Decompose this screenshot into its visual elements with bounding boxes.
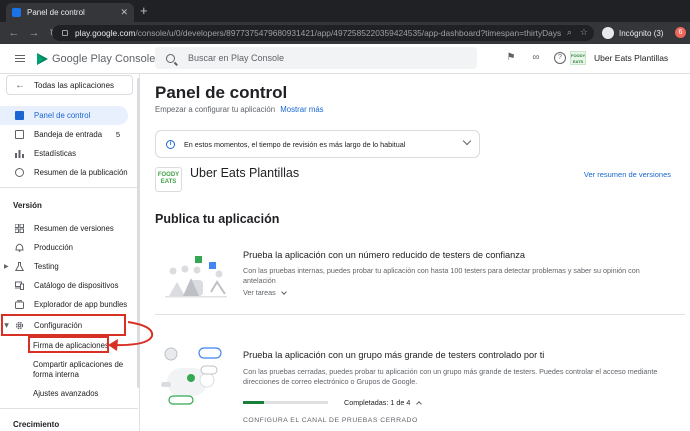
clock-icon bbox=[15, 168, 24, 177]
browser-tab[interactable]: Panel de control ✕ bbox=[6, 3, 134, 22]
app-name: Uber Eats Plantillas bbox=[190, 166, 300, 180]
browser-address-bar: ← → ↻ play.google.com/console/u/0/develo… bbox=[0, 22, 690, 44]
back-arrow-icon: ← bbox=[15, 79, 25, 91]
sidebar-divider bbox=[0, 408, 138, 409]
sidebar: ← Todas las aplicaciones Panel de contro… bbox=[0, 74, 140, 431]
page-title: Panel de control bbox=[155, 83, 288, 102]
forward-arrow-icon[interactable]: → bbox=[28, 27, 40, 39]
grid-icon bbox=[14, 223, 24, 233]
incognito-icon bbox=[602, 27, 614, 39]
play-console-favicon-icon bbox=[12, 8, 21, 17]
bell-icon bbox=[15, 243, 24, 252]
devices-icon bbox=[15, 281, 24, 290]
back-arrow-icon[interactable]: ← bbox=[8, 27, 20, 39]
link-icon[interactable]: ∞ bbox=[530, 52, 542, 64]
play-console-logo-icon bbox=[37, 53, 48, 65]
browser-profile-avatar[interactable]: 6 bbox=[675, 27, 686, 38]
search-bar[interactable] bbox=[155, 47, 477, 69]
sidebar-item-dashboard[interactable]: Panel de control bbox=[0, 106, 128, 125]
feedback-icon[interactable]: ⚑ bbox=[505, 52, 517, 64]
page-subtitle: Empezar a configurar tu aplicación Mostr… bbox=[155, 105, 324, 114]
info-icon: i bbox=[166, 139, 175, 149]
sidebar-item-testing[interactable]: ▶ Testing bbox=[0, 257, 128, 276]
bar-chart-icon bbox=[15, 149, 24, 158]
sidebar-item-publishing-overview[interactable]: Resumen de la publicación bbox=[0, 163, 128, 182]
app-selector[interactable]: FOODY EATS Uber Eats Plantillas bbox=[570, 49, 687, 67]
publish-section-title: Publica tu aplicación bbox=[155, 212, 280, 226]
flask-icon bbox=[14, 262, 25, 271]
lock-icon bbox=[62, 30, 68, 36]
section-growth: Crecimiento bbox=[13, 420, 60, 429]
card-internal-testing-desc: Con las pruebas internas, puedes probar … bbox=[243, 266, 640, 285]
app-selector-name: Uber Eats Plantillas bbox=[594, 53, 669, 63]
review-time-banner[interactable]: i En estos momentos, el tiempo de revisi… bbox=[155, 130, 480, 158]
chevron-down-icon bbox=[280, 288, 287, 295]
card-divider bbox=[155, 314, 685, 315]
card-closed-testing-desc: Con las pruebas cerradas, puedes probar … bbox=[243, 367, 658, 386]
bundle-icon bbox=[15, 300, 24, 309]
new-tab-button[interactable]: + bbox=[140, 3, 148, 19]
sidebar-divider bbox=[0, 187, 138, 188]
menu-icon[interactable] bbox=[15, 55, 25, 62]
sidebar-item-production[interactable]: Producción bbox=[0, 238, 128, 257]
help-icon[interactable]: ? bbox=[554, 52, 566, 64]
sidebar-item-advanced-settings[interactable]: Ajustes avanzados bbox=[0, 384, 128, 403]
browser-tab-bar: Panel de control ✕ + bbox=[0, 0, 690, 22]
search-input[interactable] bbox=[188, 53, 448, 63]
main-content: Panel de control Empezar a configurar tu… bbox=[141, 74, 690, 431]
view-release-overview-link[interactable]: Ver resumen de versiones bbox=[584, 170, 671, 179]
sidebar-item-app-bundle-explorer[interactable]: Explorador de app bundles bbox=[0, 295, 128, 314]
show-more-link[interactable]: Mostrar más bbox=[280, 105, 323, 114]
url-text[interactable]: play.google.com/console/u/0/developers/8… bbox=[75, 28, 561, 38]
brand-name[interactable]: Google Play Console bbox=[52, 53, 155, 65]
closed-testing-step-title[interactable]: CONFIGURA EL CANAL DE PRUEBAS CERRADO bbox=[243, 417, 418, 424]
internal-testing-illustration bbox=[165, 256, 227, 298]
closed-testing-progress-toggle[interactable]: Completadas: 1 de 4 bbox=[344, 398, 423, 407]
sidebar-item-statistics[interactable]: Estadísticas bbox=[0, 144, 128, 163]
section-version: Versión bbox=[13, 201, 42, 210]
all-apps-button[interactable]: ← Todas las aplicaciones bbox=[6, 75, 133, 95]
bookmark-star-icon[interactable]: ☆ bbox=[580, 27, 588, 38]
sidebar-item-device-catalog[interactable]: Catálogo de dispositivos bbox=[0, 276, 128, 295]
card-internal-testing-title: Prueba la aplicación con un número reduc… bbox=[243, 250, 525, 260]
expand-caret-icon[interactable]: ▶ bbox=[4, 263, 9, 270]
app-icon-thumbnail: FOODY EATS bbox=[155, 167, 182, 192]
url-bar[interactable]: play.google.com/console/u/0/developers/8… bbox=[52, 25, 594, 41]
closed-testing-illustration bbox=[161, 347, 222, 405]
view-tasks-link[interactable]: Ver tareas bbox=[243, 288, 287, 297]
sidebar-item-release-overview[interactable]: Resumen de versiones bbox=[0, 219, 128, 238]
dashboard-icon bbox=[15, 111, 24, 120]
sidebar-item-inbox[interactable]: Bandeja de entrada 5 bbox=[0, 125, 128, 144]
close-tab-icon[interactable]: ✕ bbox=[120, 7, 128, 18]
closed-testing-progress-bar bbox=[243, 401, 328, 404]
inbox-icon bbox=[15, 130, 24, 139]
chevron-up-icon bbox=[416, 400, 423, 407]
search-icon bbox=[166, 53, 175, 63]
card-closed-testing-title: Prueba la aplicación con un grupo más gr… bbox=[243, 350, 545, 360]
app-thumbnail: FOODY EATS bbox=[570, 51, 586, 65]
zoom-icon[interactable]: ⌕ bbox=[567, 27, 572, 38]
tab-title: Panel de control bbox=[27, 8, 85, 17]
inbox-count: 5 bbox=[115, 130, 120, 139]
sidebar-item-internal-app-sharing[interactable]: Compartir aplicaciones de forma interna bbox=[0, 357, 128, 383]
chevron-down-icon[interactable] bbox=[462, 136, 472, 146]
highlight-app-signing-box bbox=[28, 336, 109, 353]
incognito-indicator[interactable]: Incógnito (3) bbox=[602, 26, 663, 40]
